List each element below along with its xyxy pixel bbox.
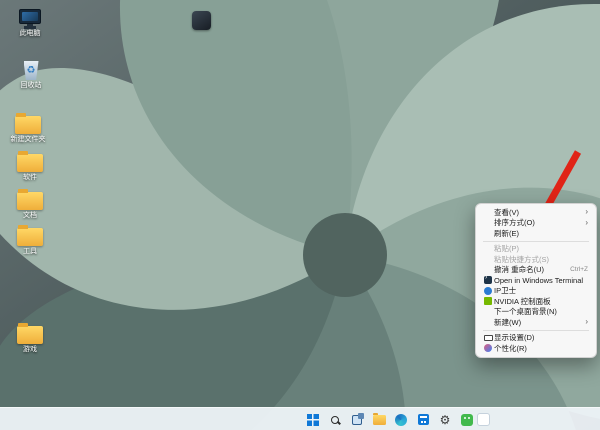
desktop-icon[interactable]: 新建文件夹 — [1, 110, 55, 144]
taskbar-right — [476, 412, 490, 426]
shield-icon — [484, 287, 492, 295]
chevron-right-icon: › — [585, 208, 588, 216]
search-icon — [331, 416, 339, 424]
pinned-app-icon — [477, 413, 490, 426]
menu-item-icon-slot — [482, 297, 494, 305]
menu-item-icon-slot — [482, 335, 494, 341]
menu-item-label: 撤消 重命名(U) — [494, 264, 566, 275]
desktop-icon-label: 新建文件夹 — [11, 136, 46, 144]
folder-icon — [17, 154, 43, 172]
file-explorer-icon — [373, 415, 386, 425]
desktop-icon-label: 此电脑 — [20, 30, 41, 38]
menu-item[interactable]: 新建(W) › — [479, 317, 593, 328]
menu-item[interactable]: 个性化(R) — [479, 343, 593, 354]
desktop-icon[interactable]: 游戏 — [3, 320, 57, 354]
menu-item-label: NVIDIA 控制面板 — [494, 296, 588, 307]
store-icon — [418, 414, 429, 425]
recycle-icon — [24, 61, 39, 80]
menu-item[interactable]: 刷新(E) — [479, 228, 593, 239]
app-icon — [192, 11, 211, 30]
edge-button[interactable] — [394, 413, 408, 427]
wechat-icon — [461, 414, 473, 426]
menu-item[interactable]: 查看(V) › — [479, 207, 593, 218]
settings-icon: ⚙ — [440, 414, 451, 426]
display-icon — [484, 335, 493, 341]
start-icon — [307, 414, 319, 426]
folder-icon — [17, 228, 43, 246]
desktop-icon-label: 文档 — [23, 212, 37, 220]
menu-item-label: Open in Windows Terminal — [494, 276, 588, 285]
task-view-icon — [352, 415, 362, 425]
desktop-icon-label: 游戏 — [23, 346, 37, 354]
desktop-icon-label: 软件 — [23, 174, 37, 182]
menu-item-label: 排序方式(O) — [494, 217, 581, 228]
edge-icon — [395, 414, 407, 426]
terminal-icon — [484, 276, 492, 284]
menu-item-shortcut: Ctrl+Z — [570, 266, 588, 273]
personalize-icon — [484, 344, 492, 352]
taskbar: ⚙ — [0, 407, 600, 430]
menu-item: 粘贴快捷方式(S) — [479, 254, 593, 265]
menu-item[interactable]: 撤消 重命名(U) Ctrl+Z — [479, 265, 593, 276]
pinned-app-button[interactable] — [476, 412, 490, 426]
context-menu: 查看(V)›排序方式(O)›刷新(E)粘贴(P)粘贴快捷方式(S)撤消 重命名(… — [475, 203, 597, 358]
task-view-button[interactable] — [350, 413, 364, 427]
desktop-icon[interactable]: 文档 — [3, 186, 57, 220]
desktop-icon[interactable] — [174, 6, 228, 30]
pc-icon — [19, 9, 41, 24]
menu-item-label: 显示设置(D) — [494, 332, 588, 343]
menu-item-icon-slot — [482, 276, 494, 284]
wechat-button[interactable] — [460, 413, 474, 427]
folder-icon — [17, 192, 43, 210]
menu-item-icon-slot — [482, 344, 494, 352]
chevron-right-icon: › — [585, 219, 588, 227]
folder-icon — [17, 326, 43, 344]
menu-item[interactable]: IP卫士 — [479, 286, 593, 297]
menu-item-label: 粘贴快捷方式(S) — [494, 254, 588, 265]
menu-item-label: 新建(W) — [494, 317, 581, 328]
menu-item-label: 下一个桌面背景(N) — [494, 306, 588, 317]
menu-item[interactable]: NVIDIA 控制面板 — [479, 296, 593, 307]
menu-item[interactable]: 排序方式(O) › — [479, 218, 593, 229]
desktop-icon[interactable]: 软件 — [3, 148, 57, 182]
desktop-icon[interactable]: 回收站 — [4, 56, 58, 90]
desktop-icon-label: 工具 — [23, 248, 37, 256]
desktop-icon-label: 回收站 — [21, 82, 42, 90]
search-button[interactable] — [328, 413, 342, 427]
start-button[interactable] — [306, 413, 320, 427]
menu-item-label: 粘贴(P) — [494, 243, 588, 254]
menu-item[interactable]: Open in Windows Terminal — [479, 275, 593, 286]
settings-button[interactable]: ⚙ — [438, 413, 452, 427]
menu-item-label: IP卫士 — [494, 285, 588, 296]
menu-separator — [483, 241, 589, 242]
chevron-right-icon: › — [585, 318, 588, 326]
desktop-icon[interactable]: 此电脑 — [3, 4, 57, 38]
menu-item-label: 个性化(R) — [494, 343, 588, 354]
menu-item-icon-slot — [482, 287, 494, 295]
taskbar-icons: ⚙ — [306, 408, 474, 430]
menu-item: 粘贴(P) — [479, 244, 593, 255]
desktop: 此电脑回收站新建文件夹软件文档工具游戏 查看(V)›排序方式(O)›刷新(E)粘… — [0, 0, 600, 430]
menu-item-label: 刷新(E) — [494, 228, 588, 239]
menu-item[interactable]: 下一个桌面背景(N) — [479, 307, 593, 318]
menu-item-label: 查看(V) — [494, 207, 581, 218]
nvidia-icon — [484, 297, 492, 305]
menu-separator — [483, 330, 589, 331]
folder-icon — [15, 116, 41, 134]
menu-item[interactable]: 显示设置(D) — [479, 333, 593, 344]
file-explorer-button[interactable] — [372, 413, 386, 427]
desktop-icon[interactable]: 工具 — [3, 222, 57, 256]
store-button[interactable] — [416, 413, 430, 427]
